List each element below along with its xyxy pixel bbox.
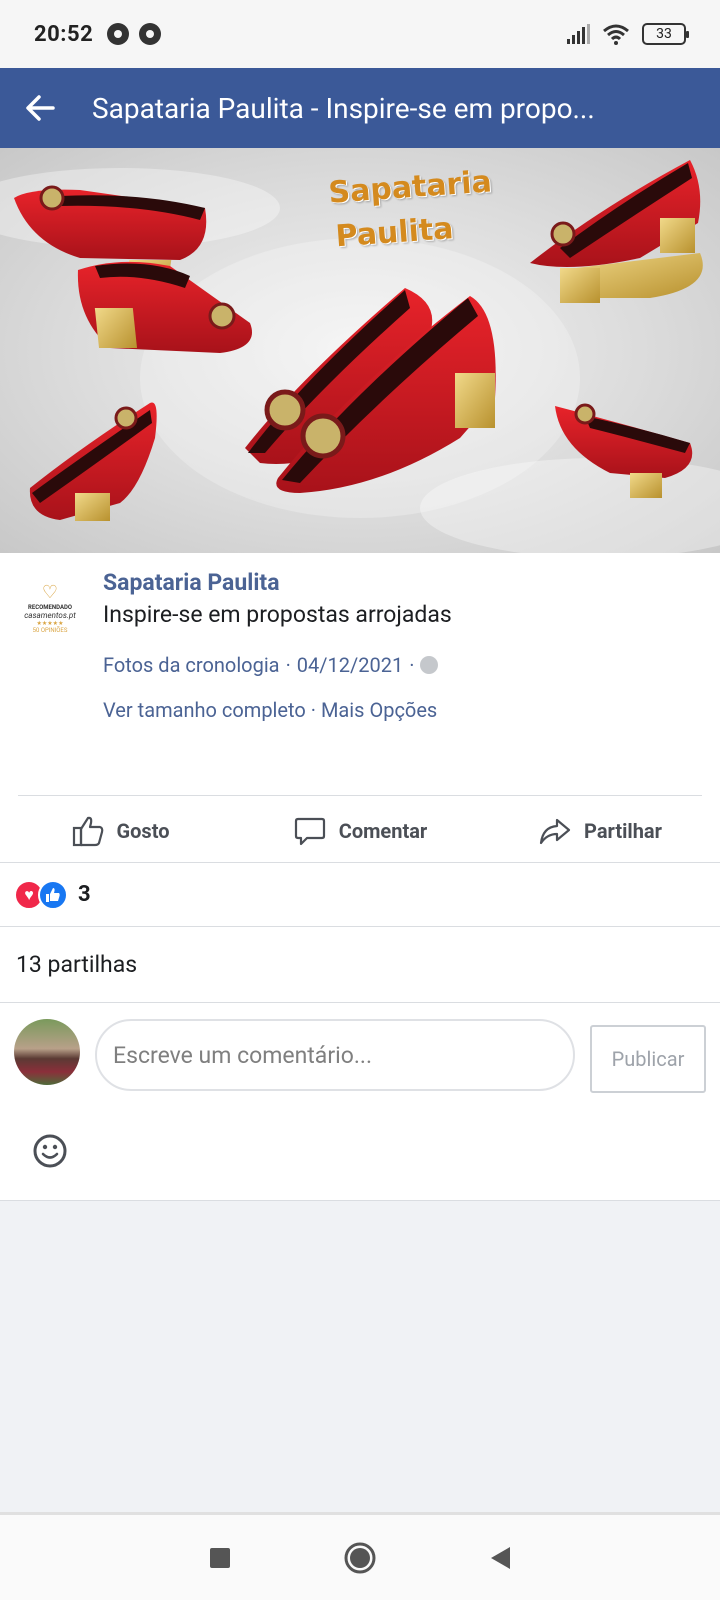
share-button[interactable]: Partilhar — [480, 814, 720, 848]
album-link[interactable]: Fotos da cronologia — [103, 653, 280, 677]
system-nav-bar — [0, 1512, 720, 1600]
signal-icon — [567, 24, 590, 44]
circle-icon — [344, 1542, 376, 1573]
post-links: Ver tamanho completo · Mais Opções — [103, 698, 438, 722]
status-bar: 20:52 33 — [0, 0, 720, 68]
comment-button[interactable]: Comentar — [240, 814, 480, 848]
page-title: Sapataria Paulita - Inspire-se em propo.… — [92, 91, 595, 125]
triangle-back-icon — [491, 1546, 510, 1569]
battery-icon: 33 — [642, 23, 689, 45]
comment-composer: Escreve um comentário... Publicar — [0, 1003, 720, 1103]
app-bar: Sapataria Paulita - Inspire-se em propo.… — [0, 68, 720, 148]
back-button[interactable] — [0, 68, 80, 148]
square-icon — [210, 1547, 230, 1568]
action-bar: Gosto Comentar Partilhar — [0, 799, 720, 863]
photo-brand-text: Sapataria Paulita — [327, 164, 493, 255]
reactions-summary[interactable]: ♥ 3 — [0, 863, 720, 927]
post-card: ♡ RECOMENDADO casamentos.pt ★★★★★ 50 OPI… — [0, 553, 720, 1201]
comment-input[interactable]: Escreve um comentário... — [95, 1019, 575, 1091]
comment-bubble-icon — [294, 817, 325, 845]
thumbs-up-icon — [72, 816, 103, 846]
full-size-link[interactable]: Ver tamanho completo — [103, 698, 306, 722]
arrow-left-icon — [26, 95, 55, 121]
globe-icon — [420, 656, 439, 674]
like-reaction-icon — [38, 879, 68, 910]
chrome-icon — [139, 23, 162, 45]
post-date[interactable]: 04/12/2021 — [297, 653, 403, 677]
share-arrow-icon — [539, 818, 571, 844]
home-button[interactable] — [340, 1538, 380, 1578]
share-count[interactable]: 13 partilhas — [0, 927, 720, 1003]
page-avatar[interactable]: ♡ RECOMENDADO casamentos.pt ★★★★★ 50 OPI… — [12, 571, 88, 647]
chrome-icon — [107, 23, 130, 45]
like-button[interactable]: Gosto — [0, 814, 240, 848]
publish-button[interactable]: Publicar — [590, 1025, 706, 1093]
smiley-icon[interactable] — [32, 1133, 68, 1169]
user-avatar — [14, 1019, 80, 1085]
heart-icon: ♡ — [41, 582, 59, 603]
recents-button[interactable] — [200, 1538, 240, 1578]
emoji-row — [0, 1103, 720, 1201]
post-author[interactable]: Sapataria Paulita — [103, 569, 280, 596]
status-time: 20:52 — [34, 21, 94, 47]
post-photo[interactable]: Sapataria Paulita — [0, 148, 720, 553]
divider — [18, 795, 702, 796]
back-nav-button[interactable] — [480, 1538, 520, 1578]
wifi-icon — [603, 24, 629, 45]
post-meta: Fotos da cronologia · 04/12/2021 · — [103, 653, 439, 677]
more-options-link[interactable]: Mais Opções — [321, 698, 437, 722]
reaction-count: 3 — [78, 882, 91, 907]
post-caption: Inspire-se em propostas arrojadas — [103, 601, 452, 628]
